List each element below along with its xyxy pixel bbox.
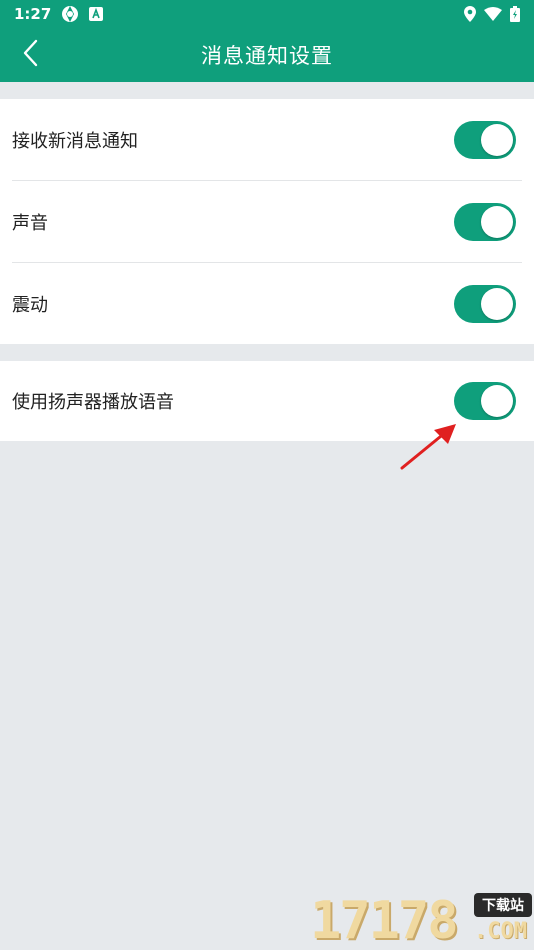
- aperture-icon: [61, 5, 79, 23]
- watermark-badge: 下载站: [474, 893, 532, 917]
- setting-label: 使用扬声器播放语音: [12, 392, 174, 413]
- app-bar: 消息通知设置: [0, 28, 534, 82]
- wifi-icon: [484, 7, 502, 21]
- receive-notifications-toggle[interactable]: [454, 121, 516, 159]
- chevron-left-icon: [22, 39, 38, 71]
- watermark-suffix: .COM: [474, 919, 527, 944]
- status-bar: 1:27: [0, 0, 534, 28]
- toggle-knob: [481, 288, 513, 320]
- setting-row-receive-notifications: 接收新消息通知: [0, 99, 534, 181]
- speaker-toggle[interactable]: [454, 382, 516, 420]
- back-button[interactable]: [8, 28, 52, 82]
- notification-settings-group: 接收新消息通知 声音 震动: [0, 99, 534, 344]
- status-right: [464, 6, 520, 22]
- status-left: 1:27: [14, 5, 104, 23]
- toggle-knob: [481, 206, 513, 238]
- screen: 1:27 消息通知设置 接收新消息通知 声音 震动 使用扬声器播放语音 1717…: [0, 0, 534, 950]
- watermark-logo: 17178 下载站 .COM: [306, 885, 534, 950]
- setting-row-vibrate: 震动: [0, 263, 534, 345]
- location-icon: [464, 6, 476, 22]
- setting-label: 声音: [12, 213, 48, 234]
- annotation-arrow-icon: [400, 424, 456, 470]
- status-time: 1:27: [14, 5, 52, 23]
- toggle-knob: [481, 385, 513, 417]
- a-box-icon: [89, 7, 104, 21]
- watermark-digits: 17178: [310, 891, 459, 950]
- vibrate-toggle[interactable]: [454, 285, 516, 323]
- battery-icon: [510, 6, 520, 22]
- page-title: 消息通知设置: [201, 44, 333, 68]
- setting-label: 震动: [12, 295, 48, 316]
- sound-toggle[interactable]: [454, 203, 516, 241]
- setting-row-sound: 声音: [0, 181, 534, 263]
- setting-label: 接收新消息通知: [12, 131, 138, 152]
- toggle-knob: [481, 124, 513, 156]
